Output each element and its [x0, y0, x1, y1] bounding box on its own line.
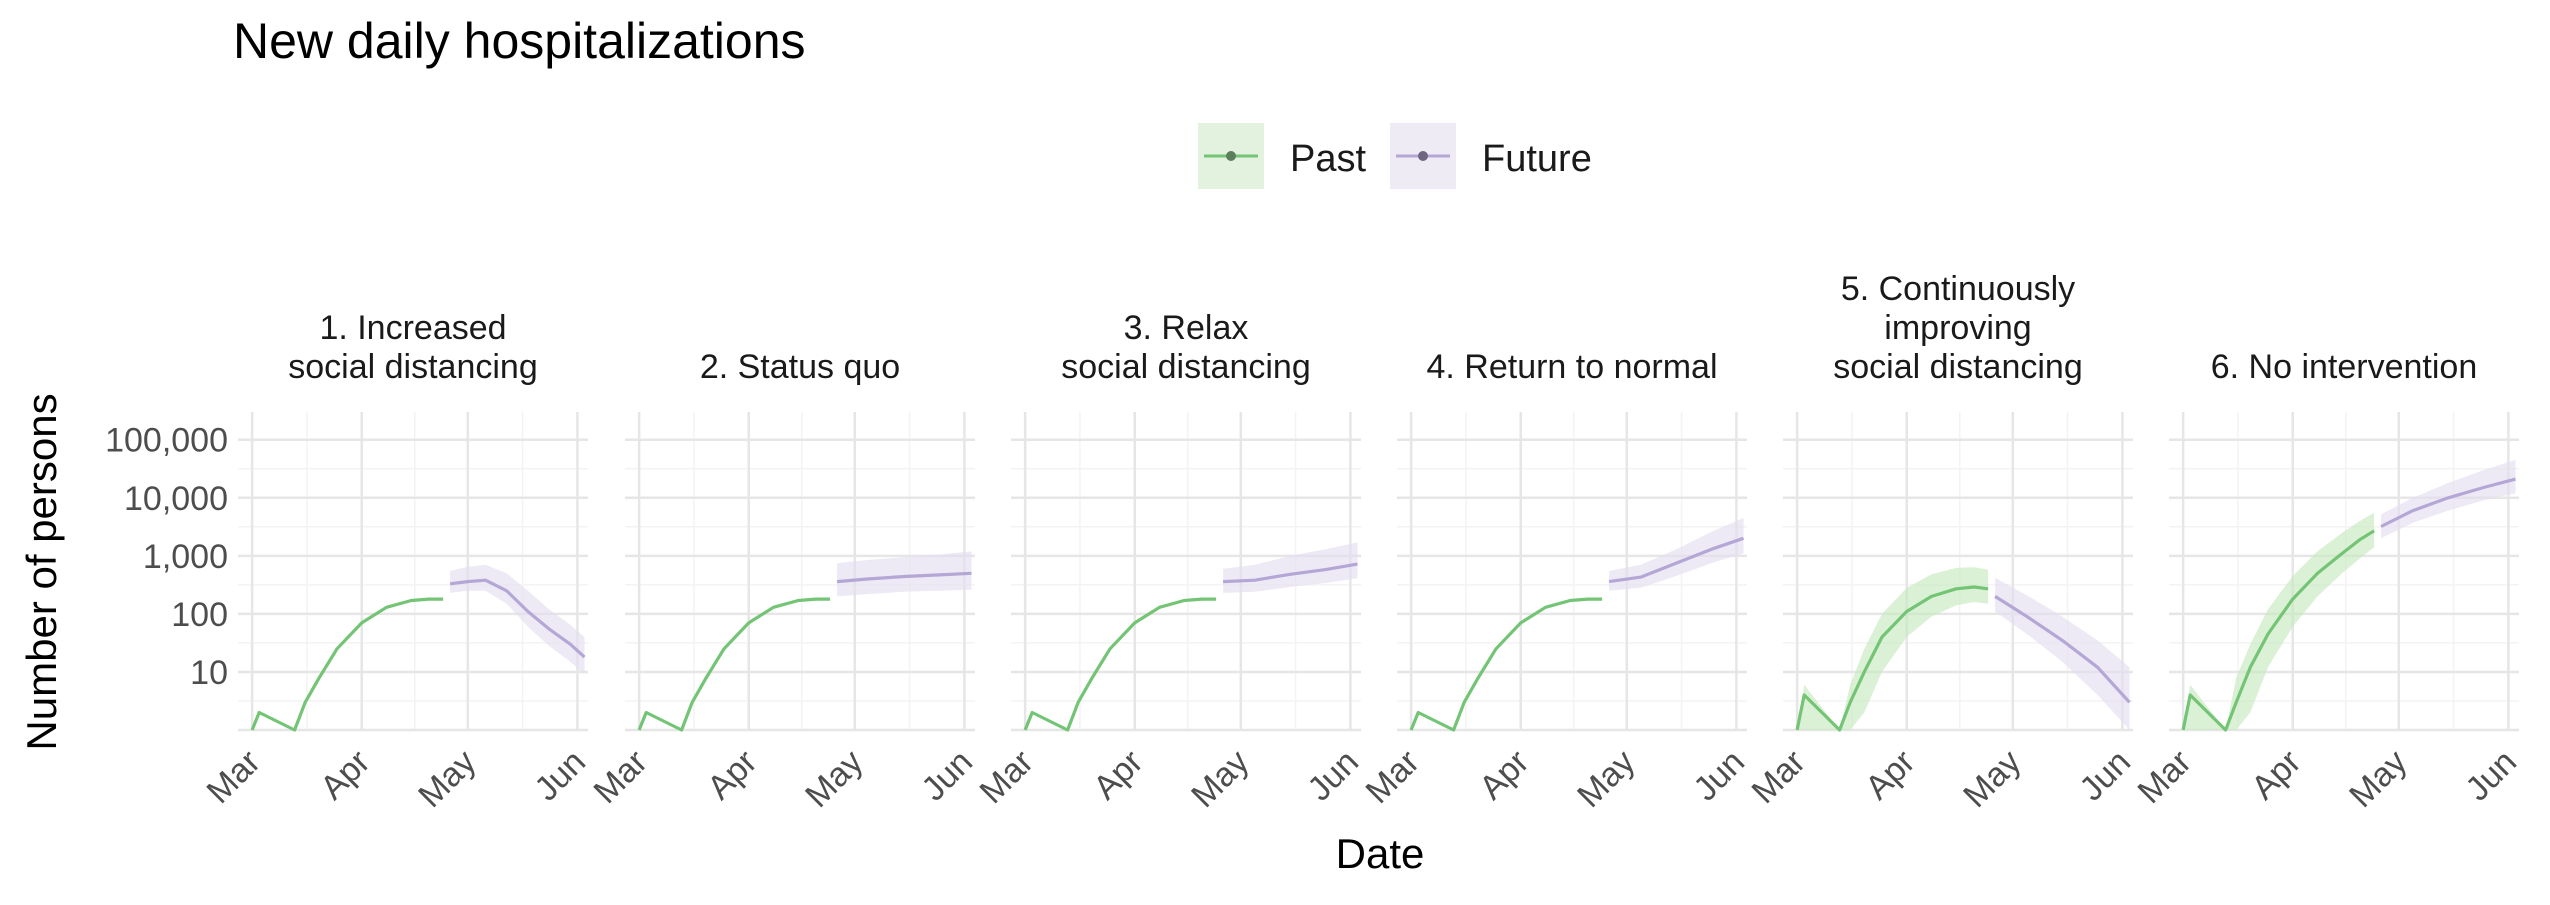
x-tick-label: Jun [527, 743, 593, 809]
panel-title: 6. No intervention [2211, 348, 2478, 386]
x-tick-label: Mar [1359, 743, 1427, 811]
panel-title: 5. Continuously improving social distancin… [1833, 270, 2082, 386]
panel-title: 1. Increased social distancing [288, 309, 537, 386]
x-tick-label: May [1956, 743, 2028, 815]
facet-panel-3: 3. Relax social distancing Mar Apr May Jun [973, 309, 1367, 815]
x-tick-label: Apr [1086, 743, 1150, 807]
x-tick-label: Apr [700, 743, 764, 807]
x-tick-label: Jun [914, 743, 980, 809]
legend-item-past: Past [1198, 123, 1366, 189]
facet-panel-6: 6. No intervention Mar Apr May Jun [2131, 348, 2525, 815]
x-tick-label: May [411, 743, 483, 815]
x-axis-label: Date [1336, 830, 1425, 877]
y-axis-label: Number of persons [18, 393, 65, 750]
legend-key-past-point [1226, 151, 1236, 161]
x-tick-label: Mar [1745, 743, 1813, 811]
facet-panel-1: 1. Increased social distancing 10 100 1,000 1… [105, 309, 593, 815]
x-tick-label: May [798, 743, 870, 815]
x-tick-label: Jun [1686, 743, 1752, 809]
legend-label-past: Past [1290, 138, 1366, 180]
x-tick-label: Jun [2458, 743, 2524, 809]
legend-key-future-point [1418, 151, 1428, 161]
panel-title: 3. Relax social distancing [1061, 309, 1310, 386]
chart-title: New daily hospitalizations [233, 13, 806, 69]
x-tick-label: Apr [1472, 743, 1536, 807]
x-tick-label: May [2342, 743, 2414, 815]
x-tick-label: Jun [1300, 743, 1366, 809]
x-tick-label: Jun [2072, 743, 2138, 809]
x-tick-label: Apr [313, 743, 377, 807]
x-tick-label: May [1570, 743, 1642, 815]
legend-label-future: Future [1482, 138, 1592, 180]
x-tick-label: Mar [587, 743, 655, 811]
future-ribbon [1995, 577, 2130, 730]
x-tick-label: May [1184, 743, 1256, 815]
legend: Past Future [1198, 123, 1592, 189]
x-tick-label: Mar [200, 743, 268, 811]
y-tick-label: 100,000 [105, 422, 228, 460]
x-tick-label: Apr [1858, 743, 1922, 807]
facet-panel-4: 4. Return to normal Mar Apr May Jun [1359, 348, 1753, 815]
chart: New daily hospitalizations Past Future N… [0, 0, 2550, 900]
facet-panel-5: 5. Continuously improving social distancin… [1745, 270, 2139, 815]
x-tick-label: Mar [2131, 743, 2199, 811]
y-tick-label: 1,000 [143, 538, 228, 576]
y-tick-label: 10,000 [124, 480, 228, 518]
facet-panels: 1. Increased social distancing 10 100 1,000 1… [105, 270, 2524, 815]
legend-item-future: Future [1390, 123, 1592, 189]
y-tick-label: 100 [171, 596, 228, 634]
y-tick-label: 10 [190, 654, 228, 692]
x-tick-label: Mar [973, 743, 1041, 811]
x-tick-label: Apr [2244, 743, 2308, 807]
panel-title: 2. Status quo [700, 348, 900, 386]
panel-title: 4. Return to normal [1426, 348, 1717, 386]
facet-panel-2: 2. Status quo Mar Apr May Jun [587, 348, 981, 815]
chart-canvas: New daily hospitalizations Past Future N… [18, 13, 2524, 877]
